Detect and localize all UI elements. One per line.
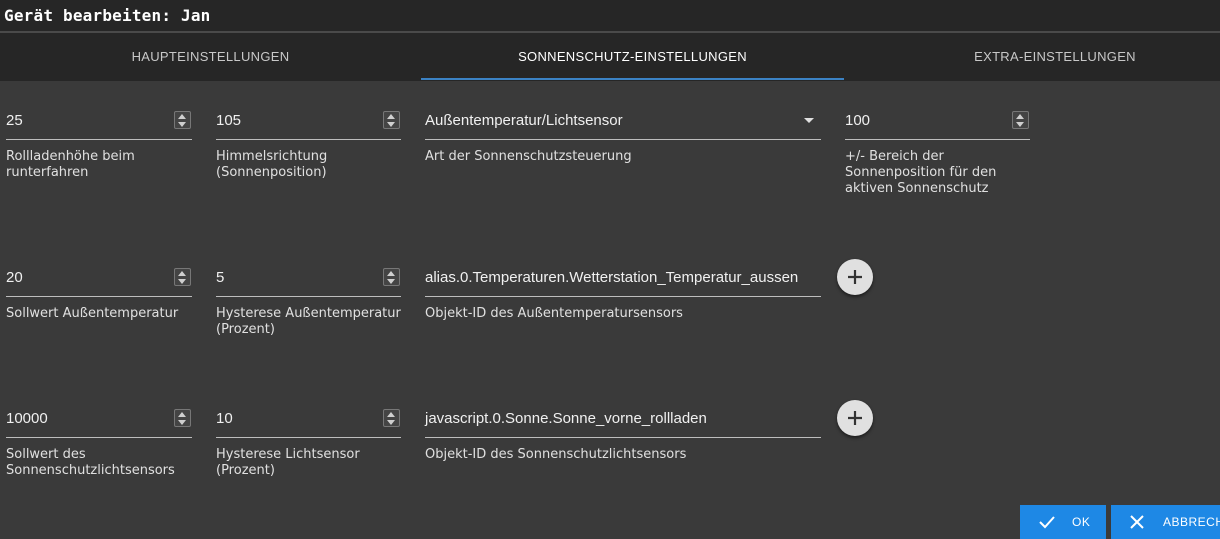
hysterese-aussentemperatur-value[interactable]: 5 bbox=[216, 266, 224, 290]
sollwert-lichtsensor-helper: Sollwert des Sonnenschutzlichtsensors bbox=[6, 447, 175, 478]
lichtsensor-objekt-value[interactable]: javascript.0.Sonne.Sonne_vorne_rollladen bbox=[425, 407, 707, 431]
field-underline bbox=[6, 437, 192, 438]
dialog-titlebar: Gerät bearbeiten: Jan bbox=[0, 0, 1220, 33]
plus-icon bbox=[848, 411, 862, 425]
field-underline bbox=[425, 437, 821, 438]
field-underline bbox=[425, 296, 821, 297]
add-aussentemperatursensor-button[interactable] bbox=[837, 259, 873, 295]
sonnenschutzsteuerung-helper: Art der Sonnenschutzsteuerung bbox=[425, 149, 632, 164]
hysterese-aussentemperatur-helper: Hysterese Außentemperatur (Prozent) bbox=[216, 306, 401, 337]
field-underline bbox=[845, 139, 1030, 140]
sonnenschutzsteuerung-value[interactable]: Außentemperatur/Lichtsensor bbox=[425, 109, 623, 133]
spinner-arrows-icon[interactable] bbox=[1012, 111, 1029, 129]
cancel-button[interactable]: ABBRECH bbox=[1111, 505, 1220, 539]
ok-label: OK bbox=[1072, 515, 1091, 529]
field-underline bbox=[216, 139, 401, 140]
aussentemperatursensor-helper: Objekt-ID des Außentemperatursensors bbox=[425, 306, 683, 321]
hysterese-lichtsensor-value[interactable]: 10 bbox=[216, 407, 233, 431]
field-underline bbox=[216, 296, 401, 297]
active-tab-indicator bbox=[421, 78, 844, 80]
tab-extra-einstellungen[interactable]: EXTRA-EINSTELLUNGEN bbox=[844, 33, 1220, 81]
sonnenposition-bereich-value[interactable]: 100 bbox=[845, 109, 870, 133]
field-underline bbox=[425, 139, 821, 140]
hysterese-lichtsensor-helper: Hysterese Lichtsensor (Prozent) bbox=[216, 447, 360, 478]
tab-bar: HAUPTEINSTELLUNGEN SONNENSCHUTZ-EINSTELL… bbox=[0, 33, 1220, 81]
ok-button[interactable]: OK bbox=[1020, 505, 1106, 539]
sollwert-aussentemperatur-helper: Sollwert Außentemperatur bbox=[6, 306, 179, 321]
sonnenposition-bereich-helper: +/- Bereich der Sonnenposition für den akt… bbox=[845, 149, 997, 196]
himmelsrichtung-value[interactable]: 105 bbox=[216, 109, 241, 133]
check-icon bbox=[1039, 516, 1055, 529]
dialog-title: Gerät bearbeiten: Jan bbox=[4, 6, 211, 25]
plus-icon bbox=[848, 270, 862, 284]
spinner-arrows-icon[interactable] bbox=[174, 268, 191, 286]
settings-form: 25 Rollladenhöhe beim runterfahren 105 Hi… bbox=[0, 81, 1220, 494]
cancel-label: ABBRECH bbox=[1163, 515, 1220, 529]
tab-haupteinstellungen[interactable]: HAUPTEINSTELLUNGEN bbox=[0, 33, 421, 81]
himmelsrichtung-helper: Himmelsrichtung (Sonnenposition) bbox=[216, 149, 328, 180]
close-icon bbox=[1130, 515, 1144, 529]
caret-down-icon[interactable] bbox=[804, 118, 814, 123]
spinner-arrows-icon[interactable] bbox=[383, 268, 400, 286]
tab-sonnenschutz-einstellungen[interactable]: SONNENSCHUTZ-EINSTELLUNGEN bbox=[421, 33, 844, 81]
spinner-arrows-icon[interactable] bbox=[383, 111, 400, 129]
sollwert-lichtsensor-value[interactable]: 10000 bbox=[6, 407, 48, 431]
sollwert-aussentemperatur-value[interactable]: 20 bbox=[6, 266, 23, 290]
spinner-arrows-icon[interactable] bbox=[174, 409, 191, 427]
rollladenhoehe-value[interactable]: 25 bbox=[6, 109, 23, 133]
rollladenhoehe-helper: Rollladenhöhe beim runterfahren bbox=[6, 149, 135, 180]
field-underline bbox=[6, 296, 192, 297]
spinner-arrows-icon[interactable] bbox=[383, 409, 400, 427]
field-underline bbox=[216, 437, 401, 438]
lichtsensor-objekt-helper: Objekt-ID des Sonnenschutzlichtsensors bbox=[425, 447, 687, 462]
aussentemperatursensor-value[interactable]: alias.0.Temperaturen.Wetterstation_Tempe… bbox=[425, 266, 798, 290]
spinner-arrows-icon[interactable] bbox=[174, 111, 191, 129]
field-underline bbox=[6, 139, 192, 140]
add-lichtsensor-button[interactable] bbox=[837, 400, 873, 436]
